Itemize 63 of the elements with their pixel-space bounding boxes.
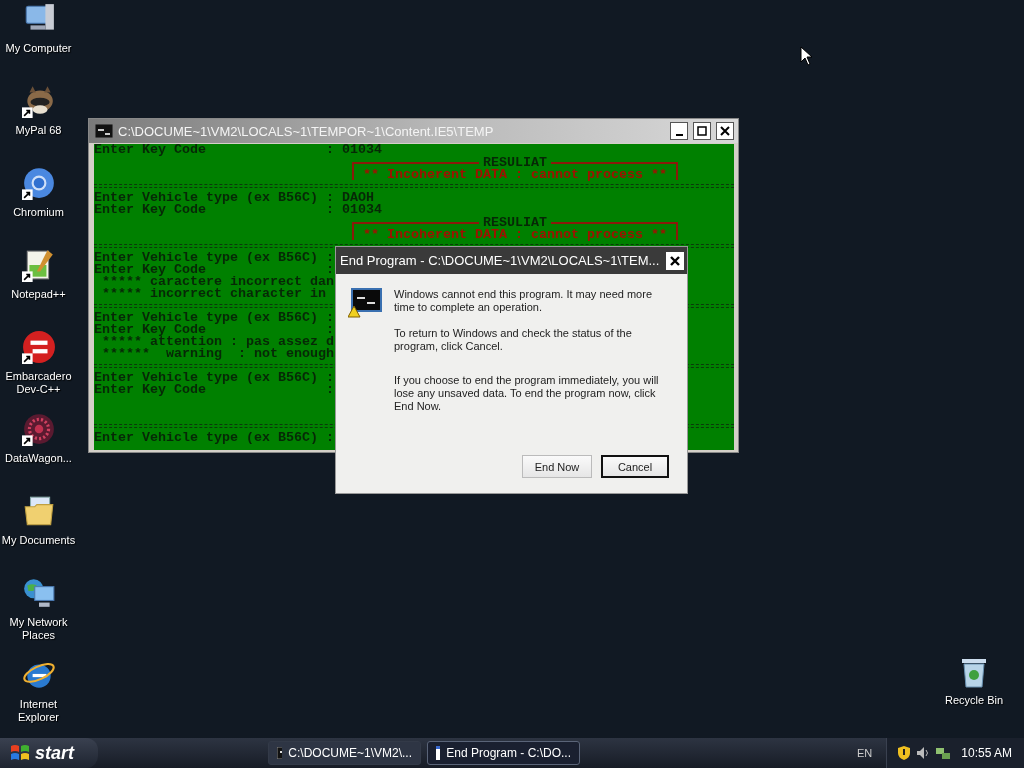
icon-label[interactable]: Internet Explorer: [0, 698, 77, 724]
error-message: ** Incoherent DATA : cannot process **: [363, 169, 667, 180]
dialog-button[interactable]: End Now: [522, 455, 592, 478]
app-logo-icon[interactable]: [21, 330, 56, 364]
result-title: RESULIAT: [479, 217, 551, 229]
shield-icon[interactable]: [897, 745, 912, 761]
icon-label[interactable]: My Computer: [0, 42, 77, 55]
taskbar-button[interactable]: End Program - C:\DO...: [427, 741, 580, 765]
icon-label[interactable]: My Network Places: [0, 616, 77, 642]
console-line: Enter Key Code :: [94, 324, 334, 336]
console-line: ***** caractere incorrect dan: [101, 276, 334, 288]
console-line: ***** incorrect character in: [101, 288, 326, 300]
console-line: Enter Vehicle type (ex B56C) :: [94, 252, 334, 264]
window-icon: [436, 746, 441, 760]
console-icon: [95, 124, 113, 138]
browser-icon[interactable]: [21, 166, 56, 200]
windows-flag-icon: [10, 744, 30, 762]
network-icon[interactable]: [935, 745, 952, 761]
close-button[interactable]: [666, 251, 684, 270]
result-title: RESULIAT: [479, 157, 551, 169]
burst-icon[interactable]: [21, 412, 56, 446]
console-warning-icon: [348, 288, 382, 318]
icon-label[interactable]: My Documents: [0, 534, 77, 547]
minimize-icon: [675, 134, 683, 136]
start-button[interactable]: start: [0, 738, 98, 768]
icon-label[interactable]: MyPal 68: [0, 124, 77, 137]
console-line: Enter Key Code :: [94, 264, 334, 276]
console-line: Enter Vehicle type (ex B56C) :: [94, 372, 334, 384]
maximize-icon: [697, 126, 707, 136]
console-line: Enter Vehicle type (ex B56C) :: [94, 312, 334, 324]
icon-label[interactable]: Chromium: [0, 206, 77, 219]
close-button[interactable]: [716, 122, 734, 140]
dialog-button[interactable]: Cancel: [601, 455, 669, 478]
dialog-message: Windows cannot end this program. It may need more time to complete an operation.: [394, 288, 653, 314]
dialog-message: If you choose to end the program immediately, you will lose any unsaved data. To end the program now, click End Now.: [394, 374, 660, 413]
close-icon: [670, 255, 680, 266]
console-line: Enter Key Code :: [94, 384, 334, 396]
window-title: C:\DOCUME~1\VM2\LOCALS~1\TEMPOR~1\Content.IE5\TEMP: [118, 123, 495, 139]
icon-label[interactable]: Notepad++: [0, 288, 77, 301]
cursor-icon: [800, 46, 812, 66]
language-indicator[interactable]: EN: [857, 747, 873, 759]
console-line: Enter Vehicle type (ex B56C) : DAOH: [94, 192, 374, 204]
icon-label[interactable]: Embarcadero Dev-C++: [0, 370, 77, 396]
console-line: Enter Key Code : 01034: [94, 204, 382, 216]
dialog-title: End Program - C:\DOCUME~1\VM2\LOCALS~1\TEM...: [340, 253, 660, 268]
minimize-button[interactable]: [670, 122, 688, 140]
notepad-icon[interactable]: [21, 248, 56, 282]
maximize-button[interactable]: [693, 122, 711, 140]
globe-monitor-icon[interactable]: [21, 576, 56, 610]
console-line: Enter Vehicle type (ex B56C) :: [94, 432, 334, 444]
console-line: ***** attention : pas assez d: [101, 336, 334, 348]
dialog-message: To return to Windows and check the status of the program, click Cancel.: [394, 327, 633, 353]
clock[interactable]: 10:55 AM: [961, 746, 1012, 760]
close-icon: [720, 126, 730, 136]
icon-label[interactable]: Recycle Bin: [936, 694, 1012, 707]
console-line: Enter Key Code : 01034: [94, 144, 382, 156]
icon-label[interactable]: DataWagon...: [0, 452, 77, 465]
console-icon: [277, 747, 283, 759]
error-message: ** Incoherent DATA : cannot process **: [363, 229, 667, 240]
recycle-bin-icon[interactable]: [959, 656, 989, 688]
animal-head-icon[interactable]: [21, 84, 56, 118]
taskbar-button[interactable]: C:\DOCUME~1\VM2\...: [268, 741, 421, 765]
console-line: ****** warning : not enough: [101, 348, 334, 360]
